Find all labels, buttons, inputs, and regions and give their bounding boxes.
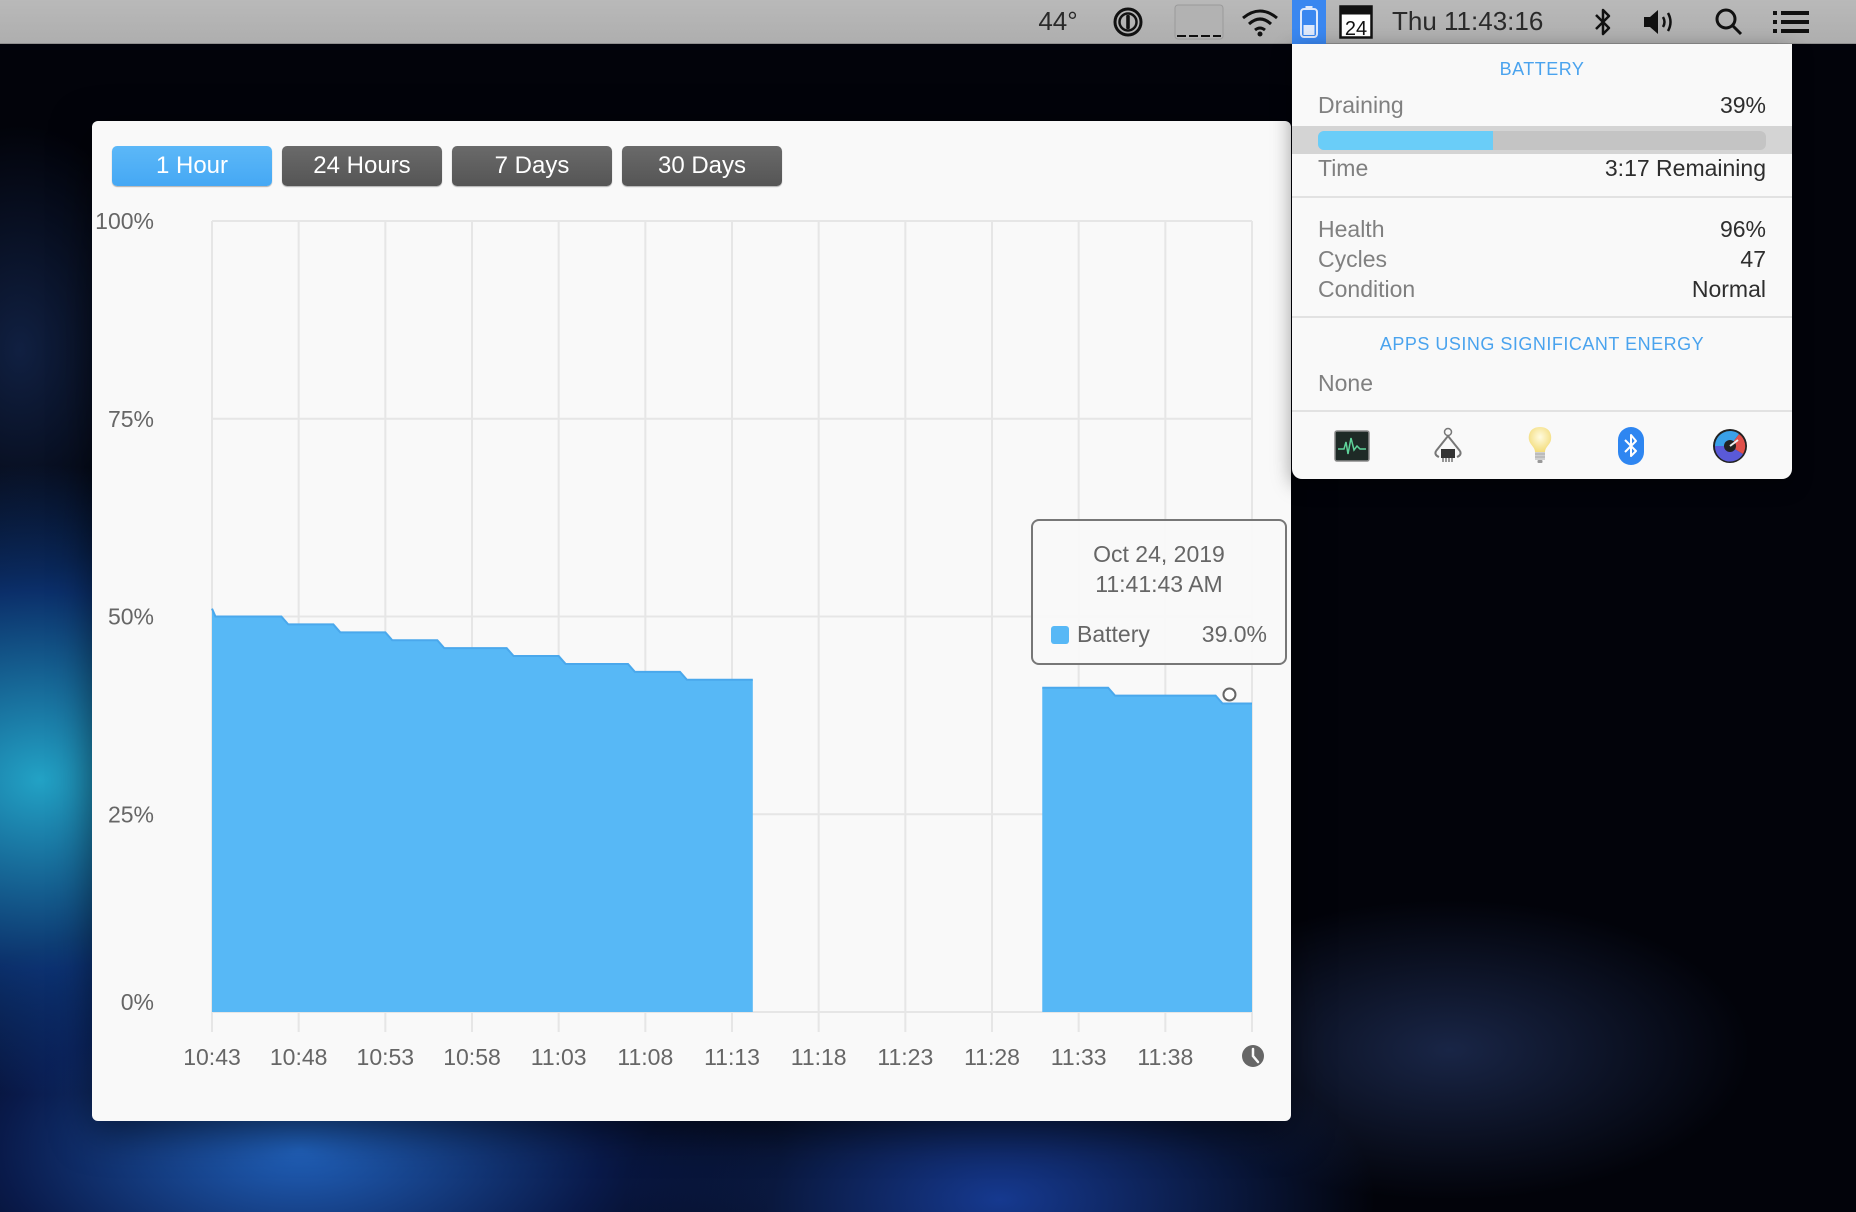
x-tick-label: 11:28: [964, 1044, 1020, 1070]
y-axis: 0% 25% 50% 75% 100%: [95, 208, 154, 1015]
search-icon[interactable]: [1712, 0, 1746, 43]
calendar-day: 24: [1345, 18, 1367, 39]
battery-heading: BATTERY: [1499, 59, 1585, 79]
battery-area-segment: [212, 608, 753, 1012]
apps-heading: APPS USING SIGNIFICANT ENERGY: [1379, 334, 1705, 354]
time-value: 3:17 Remaining: [1604, 155, 1766, 181]
hover-layer: [1222, 687, 1237, 702]
charge-bar-fill: [1318, 131, 1493, 150]
x-tick-label: 10:48: [270, 1044, 328, 1070]
x-tick-label: 10:58: [443, 1044, 501, 1070]
clock-icon[interactable]: [1242, 1045, 1264, 1067]
istat-gauge-icon[interactable]: [1710, 426, 1750, 466]
x-tick-label: 11:13: [704, 1044, 760, 1070]
tooltip-value: 39.0%: [1201, 621, 1267, 647]
hover-point: [1222, 687, 1237, 702]
y-tick-label: 25%: [108, 801, 154, 827]
tooltip-series-name: Battery: [1077, 621, 1150, 647]
y-tick-label: 75%: [108, 406, 154, 432]
x-tick-label: 11:08: [617, 1044, 673, 1070]
cycles-value: 47: [1740, 246, 1766, 272]
activity-monitor-icon[interactable]: [1332, 426, 1372, 466]
x-tick-label: 11:38: [1137, 1044, 1193, 1070]
light-bulb-icon[interactable]: [1520, 426, 1560, 466]
system-information-icon[interactable]: [1428, 426, 1468, 466]
time-row: Time 3:17 Remaining: [1318, 155, 1766, 182]
battery-icon[interactable]: [1292, 0, 1326, 44]
tooltip-date: Oct 24, 2019: [1093, 541, 1225, 567]
status-row: Draining 39%: [1318, 92, 1766, 119]
x-tick-label: 11:23: [877, 1044, 933, 1070]
health-label: Health: [1318, 216, 1385, 242]
battery-area-segment: [1042, 687, 1252, 1012]
divider: [1292, 316, 1792, 318]
condition-row: Condition Normal: [1318, 276, 1766, 303]
x-tick-label: 11:18: [791, 1044, 847, 1070]
battery-history-window: 1 Hour 24 Hours 7 Days 30 Days 0% 25% 50% 7…: [92, 121, 1291, 1121]
divider: [1292, 410, 1792, 412]
condition-label: Condition: [1318, 276, 1416, 302]
cycles-row: Cycles 47: [1318, 246, 1766, 273]
bluetooth-icon[interactable]: [1588, 0, 1618, 43]
y-tick-label: 0%: [121, 989, 154, 1015]
x-tick-label: 10:53: [357, 1044, 415, 1070]
y-tick-label: 50%: [108, 604, 154, 630]
volume-icon[interactable]: [1640, 0, 1680, 43]
x-tick-label: 10:43: [183, 1044, 241, 1070]
charge-bar: [1318, 131, 1766, 150]
calendar-icon[interactable]: 24: [1338, 0, 1374, 43]
x-tick-label: 11:03: [531, 1044, 587, 1070]
status-value: 39%: [1719, 92, 1766, 118]
x-tick-label: 11:33: [1051, 1044, 1107, 1070]
apps-value: None: [1318, 370, 1373, 396]
notification-center-icon[interactable]: [1772, 0, 1810, 43]
1password-icon[interactable]: [1110, 0, 1146, 43]
bluetooth-app-icon[interactable]: [1611, 426, 1651, 466]
condition-value: Normal: [1691, 276, 1766, 302]
chart-tooltip: Oct 24, 2019 11:41:43 AM Battery 39.0%: [1031, 519, 1287, 665]
time-label: Time: [1318, 155, 1369, 181]
status-label: Draining: [1318, 92, 1404, 118]
tooltip-time: 11:41:43 AM: [1095, 571, 1223, 597]
tooltip-series-row: Battery 39.0%: [1051, 621, 1267, 648]
menu-clock[interactable]: Thu 11:43:16: [1392, 0, 1570, 43]
cycles-label: Cycles: [1318, 246, 1388, 272]
y-tick-label: 100%: [95, 208, 154, 234]
menu-bar: 44° 24 Thu 11:43:16: [0, 0, 1856, 44]
x-axis: 10:43 10:48 10:53 10:58 11:03 11:08 11:13 11:18…: [183, 1044, 1193, 1070]
temperature-readout[interactable]: 44°: [1030, 0, 1086, 43]
divider: [1292, 196, 1792, 198]
battery-popover: BATTERY Draining 39% Time 3:17 Remaining…: [1292, 44, 1792, 479]
apps-row: None: [1318, 370, 1766, 397]
health-row: Health 96%: [1318, 216, 1766, 243]
health-value: 96%: [1719, 216, 1766, 242]
blank-box-icon[interactable]: [1173, 0, 1225, 43]
series-swatch: [1051, 625, 1069, 644]
wifi-icon[interactable]: [1238, 0, 1282, 43]
